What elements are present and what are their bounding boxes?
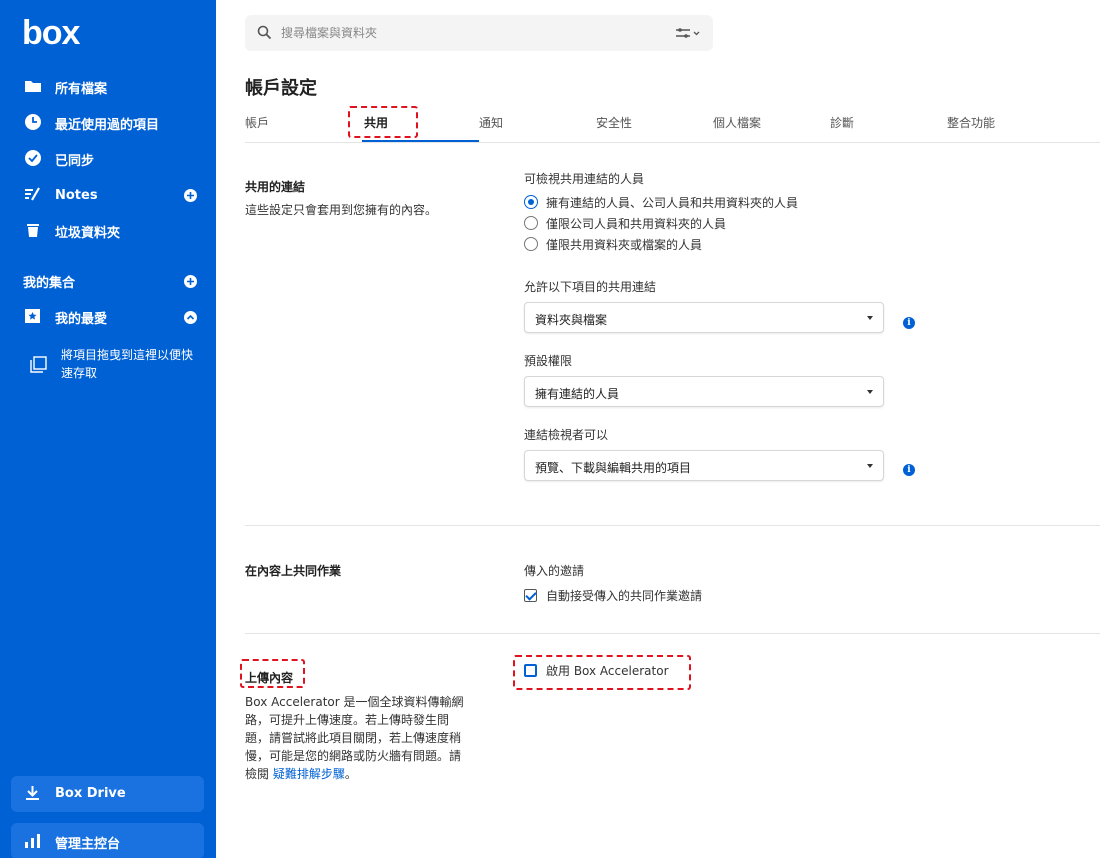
- allow-links-label: 允許以下項目的共用連結: [524, 280, 657, 294]
- add-note-icon[interactable]: [184, 188, 197, 202]
- section-divider: [245, 633, 1100, 634]
- radio-option-company[interactable]: 僅限公司人員和共用資料夾的人員: [524, 214, 726, 232]
- filter-options-icon[interactable]: [675, 27, 701, 39]
- select-value: 擁有連結的人員: [535, 387, 620, 401]
- collections-title: 我的集合: [23, 276, 76, 291]
- caret-down-icon: [867, 316, 873, 320]
- select-value: 預覽、下載與編輯共用的項目: [535, 461, 692, 475]
- radio-label: 擁有連結的人員、公司人員和共用資料夾的人員: [546, 195, 799, 210]
- trash-icon: [27, 224, 39, 237]
- annotation-highlight-accelerator: [513, 655, 691, 690]
- favorites-icon: [25, 309, 40, 323]
- box-drive-button[interactable]: Box Drive: [11, 776, 204, 812]
- box-drive-label: Box Drive: [55, 786, 126, 801]
- sidebar-item-label: Notes: [55, 187, 98, 203]
- admin-console-label: 管理主控台: [55, 837, 121, 852]
- sidebar-item-label: 所有檔案: [55, 81, 108, 97]
- tab-profile[interactable]: 個人檔案: [713, 114, 761, 131]
- folder-icon: [25, 81, 41, 92]
- radio-button-selected[interactable]: [524, 195, 538, 209]
- auto-accept-checkbox[interactable]: [524, 589, 537, 602]
- section-divider: [245, 525, 1100, 526]
- who-can-view-label: 可檢視共用連結的人員: [524, 172, 645, 186]
- notes-icon: [25, 187, 40, 201]
- drop-hint: 將項目拖曳到這裡以便快速存取: [61, 348, 194, 380]
- shared-links-description: 這些設定只會套用到您擁有的內容。: [245, 203, 438, 217]
- bar-chart-icon: [25, 834, 40, 848]
- sidebar-item-recents[interactable]: 最近使用過的項目: [0, 109, 216, 137]
- viewers-can-select[interactable]: 預覽、下載與編輯共用的項目: [524, 450, 884, 481]
- box-logo[interactable]: box: [22, 14, 80, 53]
- sidebar-item-label: 我的最愛: [55, 311, 108, 327]
- tab-account[interactable]: 帳戶: [245, 114, 269, 131]
- annotation-highlight-tab: [348, 106, 418, 138]
- clock-icon: [25, 114, 41, 130]
- sidebar-item-label: 最近使用過的項目: [55, 117, 160, 133]
- admin-console-button[interactable]: 管理主控台: [11, 823, 204, 858]
- search-input[interactable]: [281, 23, 661, 43]
- tab-security[interactable]: 安全性: [596, 114, 632, 131]
- check-circle-icon: [25, 150, 41, 166]
- sidebar: box 所有檔案 最近使用過的項目 已同步 Notes 垃圾資料夾 我的集合 我…: [0, 0, 216, 858]
- allow-links-select[interactable]: 資料夾與檔案: [524, 302, 884, 333]
- troubleshooting-link[interactable]: 疑難排解步驟: [273, 767, 345, 781]
- upload-description: Box Accelerator 是一個全球資料傳輸網路，可提升上傳速度。若上傳時…: [245, 693, 470, 783]
- sidebar-item-favorites[interactable]: 我的最愛: [0, 303, 216, 331]
- shared-links-title: 共用的連結: [245, 180, 306, 194]
- collection-drop-icon: [30, 356, 47, 373]
- tab-notifications[interactable]: 通知: [479, 114, 503, 131]
- sidebar-item-all-files[interactable]: 所有檔案: [0, 73, 216, 101]
- collaboration-title: 在內容上共同作業: [245, 564, 342, 578]
- annotation-highlight-upload-title: [240, 659, 305, 688]
- search-icon: [257, 25, 272, 40]
- search-bar: [245, 15, 713, 51]
- chevron-up-icon[interactable]: [184, 310, 197, 324]
- tab-diagnostics[interactable]: 診斷: [830, 114, 854, 131]
- checkbox-label: 自動接受傳入的共同作業邀請: [546, 589, 703, 603]
- info-icon[interactable]: i: [903, 464, 915, 476]
- upload-description-end: 。: [344, 767, 357, 781]
- radio-button[interactable]: [524, 216, 538, 230]
- download-icon: [26, 786, 39, 800]
- auto-accept-option[interactable]: 自動接受傳入的共同作業邀請: [524, 587, 702, 604]
- caret-down-icon: [867, 390, 873, 394]
- caret-down-icon: [867, 464, 873, 468]
- info-icon[interactable]: i: [903, 317, 915, 329]
- page-title: 帳戶設定: [245, 78, 317, 99]
- sidebar-item-notes[interactable]: Notes: [0, 181, 216, 209]
- sidebar-item-label: 已同步: [55, 153, 95, 169]
- radio-option-collaborators[interactable]: 僅限共用資料夾或檔案的人員: [524, 235, 702, 253]
- default-permission-select[interactable]: 擁有連結的人員: [524, 376, 884, 407]
- tabs-divider: [245, 142, 1100, 143]
- incoming-invites-label: 傳入的邀請: [524, 564, 585, 578]
- tab-integrations[interactable]: 整合功能: [947, 114, 995, 131]
- sidebar-item-trash[interactable]: 垃圾資料夾: [0, 217, 216, 245]
- sidebar-item-label: 垃圾資料夾: [55, 225, 121, 241]
- viewers-can-label: 連結檢視者可以: [524, 428, 609, 442]
- radio-label: 僅限共用資料夾或檔案的人員: [546, 237, 703, 252]
- radio-label: 僅限公司人員和共用資料夾的人員: [546, 216, 727, 231]
- select-value: 資料夾與檔案: [535, 313, 608, 327]
- add-collection-icon[interactable]: [184, 275, 197, 288]
- sidebar-item-synced[interactable]: 已同步: [0, 145, 216, 173]
- radio-button[interactable]: [524, 237, 538, 251]
- radio-option-everyone[interactable]: 擁有連結的人員、公司人員和共用資料夾的人員: [524, 193, 798, 211]
- default-permission-label: 預設權限: [524, 354, 573, 368]
